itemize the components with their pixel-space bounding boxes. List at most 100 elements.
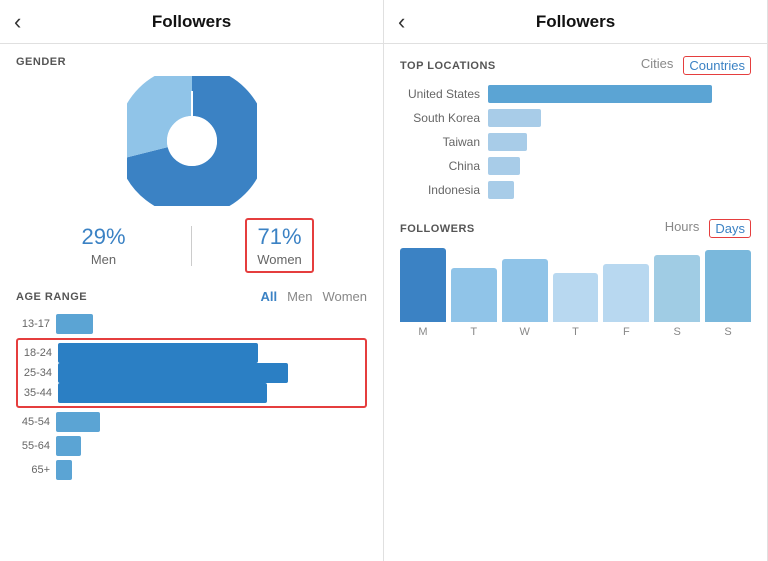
tab-days[interactable]: Days: [709, 219, 751, 238]
bar-wrap-45-54: [56, 412, 367, 432]
bar-35-44: [58, 383, 267, 403]
age-highlight-group: 18-24 25-34 35-44: [16, 338, 367, 408]
bar-wrap-13-17: [56, 314, 367, 334]
loc-bar-wrap-cn: [488, 157, 751, 175]
bar-55-64: [56, 436, 81, 456]
women-highlight: 71% Women: [245, 218, 314, 273]
location-rows: United States South Korea Taiwan: [400, 85, 751, 199]
tab-cities[interactable]: Cities: [641, 56, 674, 75]
tab-men[interactable]: Men: [287, 289, 312, 304]
pie-chart: [127, 76, 257, 206]
bar-18-24: [58, 343, 258, 363]
bar-t1: [451, 268, 497, 322]
bar-col-m: M: [400, 248, 446, 338]
bar-65plus: [56, 460, 72, 480]
loc-name-sk: South Korea: [400, 111, 480, 125]
bar-wrap-25-34: [58, 363, 365, 383]
age-label-18-24: 18-24: [18, 347, 52, 359]
location-row-id: Indonesia: [400, 181, 751, 199]
bar-label-w: W: [519, 326, 529, 338]
gender-label: GENDER: [16, 56, 367, 68]
right-header: ‹ Followers: [384, 0, 767, 44]
location-row-tw: Taiwan: [400, 133, 751, 151]
age-label-13-17: 13-17: [16, 318, 50, 330]
age-label-35-44: 35-44: [18, 387, 52, 399]
gender-stats: 29% Men 71% Women: [16, 218, 367, 273]
bar-label-f: F: [623, 326, 630, 338]
bar-t2: [553, 273, 599, 323]
right-panel: ‹ Followers TOP LOCATIONS Cities Countri…: [384, 0, 768, 561]
bar-m: [400, 248, 446, 322]
bar-wrap-18-24: [58, 343, 365, 363]
loc-name-tw: Taiwan: [400, 135, 480, 149]
loc-name-cn: China: [400, 159, 480, 173]
age-row-35-44: 35-44: [18, 383, 365, 403]
age-label-25-34: 25-34: [18, 367, 52, 379]
women-label: Women: [257, 252, 302, 267]
women-percent: 71%: [257, 224, 302, 250]
loc-name-us: United States: [400, 87, 480, 101]
followers-section-label: FOLLOWERS: [400, 223, 665, 235]
tab-women[interactable]: Women: [322, 289, 367, 304]
age-row-55-64: 55-64: [16, 436, 367, 456]
bar-label-s2: S: [724, 326, 731, 338]
back-icon-right[interactable]: ‹: [398, 11, 405, 33]
pie-container: [16, 76, 367, 206]
age-row-45-54: 45-54: [16, 412, 367, 432]
bar-s2: [705, 250, 751, 322]
location-row-sk: South Korea: [400, 109, 751, 127]
age-bars: 13-17 18-24 25-34: [16, 314, 367, 480]
location-row-cn: China: [400, 157, 751, 175]
back-icon-left[interactable]: ‹: [14, 11, 21, 33]
loc-bar-sk: [488, 109, 541, 127]
locations-section: TOP LOCATIONS Cities Countries United St…: [400, 56, 751, 199]
left-header: ‹ Followers: [0, 0, 383, 44]
age-tabs: All Men Women: [261, 289, 367, 304]
loc-bar-wrap-id: [488, 181, 751, 199]
followers-header: FOLLOWERS Hours Days: [400, 219, 751, 238]
locations-section-label: TOP LOCATIONS: [400, 60, 641, 72]
age-row-18-24: 18-24: [18, 343, 365, 363]
bar-label-m: M: [418, 326, 427, 338]
loc-bar-tw: [488, 133, 527, 151]
bar-col-s2: S: [705, 248, 751, 338]
age-section-label: AGE RANGE: [16, 291, 261, 303]
bar-wrap-35-44: [58, 383, 365, 403]
bar-chart: M T W T: [400, 248, 751, 358]
right-content: TOP LOCATIONS Cities Countries United St…: [384, 44, 767, 561]
bar-label-t2: T: [572, 326, 579, 338]
age-row-25-34: 25-34: [18, 363, 365, 383]
left-panel: ‹ Followers GENDER 29%: [0, 0, 384, 561]
loc-bar-wrap-tw: [488, 133, 751, 151]
tab-hours[interactable]: Hours: [665, 219, 700, 238]
bar-13-17: [56, 314, 93, 334]
age-row-65plus: 65+: [16, 460, 367, 480]
bar-25-34: [58, 363, 288, 383]
men-stat: 29% Men: [16, 224, 191, 267]
locations-header: TOP LOCATIONS Cities Countries: [400, 56, 751, 75]
age-row-13-17: 13-17: [16, 314, 367, 334]
tab-countries[interactable]: Countries: [683, 56, 751, 75]
bar-s1: [654, 255, 700, 323]
bar-col-w: W: [502, 248, 548, 338]
loc-bar-us: [488, 85, 712, 103]
bar-wrap-65plus: [56, 460, 367, 480]
loc-bar-wrap-us: [488, 85, 751, 103]
bar-w: [502, 259, 548, 322]
followers-tabs: Hours Days: [665, 219, 751, 238]
gender-section: GENDER 29% Men: [16, 56, 367, 273]
women-stat: 71% Women: [192, 218, 367, 273]
tab-all[interactable]: All: [261, 289, 278, 304]
age-label-45-54: 45-54: [16, 416, 50, 428]
loc-bar-cn: [488, 157, 520, 175]
age-header: AGE RANGE All Men Women: [16, 289, 367, 304]
loc-name-id: Indonesia: [400, 183, 480, 197]
bar-col-t1: T: [451, 248, 497, 338]
age-section: AGE RANGE All Men Women 13-17: [16, 289, 367, 480]
bar-col-t2: T: [553, 248, 599, 338]
men-label: Men: [16, 252, 191, 267]
left-content: GENDER 29% Men: [0, 44, 383, 561]
bar-col-s1: S: [654, 248, 700, 338]
location-row-us: United States: [400, 85, 751, 103]
followers-section: FOLLOWERS Hours Days M T: [400, 219, 751, 358]
